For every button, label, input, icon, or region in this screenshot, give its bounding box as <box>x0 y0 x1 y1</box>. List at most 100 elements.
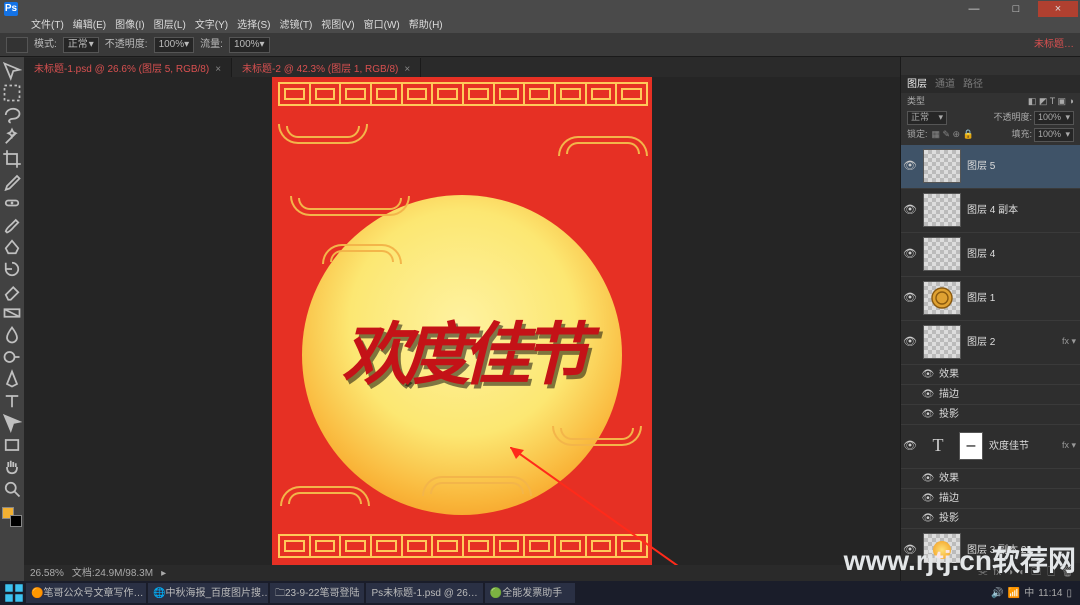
menu-edit[interactable]: 编辑(E) <box>70 19 109 32</box>
taskbar-item[interactable]: 🟢 全能发票助手 <box>485 583 575 603</box>
menu-filter[interactable]: 滤镜(T) <box>277 19 316 32</box>
visibility-icon[interactable]: 👁 <box>903 543 917 557</box>
greek-border-bottom <box>278 534 646 558</box>
tool-move[interactable] <box>2 61 22 81</box>
menu-image[interactable]: 图像(I) <box>112 19 147 32</box>
close-tab-icon[interactable]: × <box>215 63 221 76</box>
greek-border-top <box>278 82 646 106</box>
lock-icons[interactable]: ▦ ✎ ⊕ 🔒 <box>932 129 974 141</box>
layer-blend-mode[interactable]: 正常▾ <box>907 111 947 125</box>
menu-window[interactable]: 窗口(W) <box>361 19 403 32</box>
layer-row[interactable]: 👁 图层 1 <box>901 277 1080 321</box>
taskbar-item[interactable]: 🗀 23-9-22笔哥登陆 <box>270 583 364 603</box>
layer-opacity[interactable]: 100%▾ <box>1034 111 1074 125</box>
window-close[interactable]: × <box>1038 1 1078 17</box>
tool-gradient[interactable] <box>2 303 22 323</box>
tool-rectangle[interactable] <box>2 435 22 455</box>
color-swatches[interactable] <box>2 507 22 527</box>
document-tab-2[interactable]: 未标题-2 @ 42.3% (图层 1, RGB/8) × <box>232 58 421 77</box>
layer-effect[interactable]: 👁描边 <box>901 489 1080 509</box>
group-icon[interactable]: 🗀 <box>1031 566 1041 579</box>
tool-eraser[interactable] <box>2 281 22 301</box>
adjustment-icon[interactable]: ◐ <box>1019 566 1025 579</box>
tool-path[interactable] <box>2 413 22 433</box>
menu-type[interactable]: 文字(Y) <box>192 19 231 32</box>
taskbar-item[interactable]: 🌐 中秋海报_百度图片搜… <box>148 583 268 603</box>
fx-icon[interactable]: fx <box>993 566 1001 579</box>
brush-preset-swatch[interactable] <box>6 37 28 53</box>
right-doc-text: 未标题… <box>1034 38 1074 51</box>
close-tab-icon[interactable]: × <box>404 63 410 76</box>
tray-language-icon[interactable]: 中 <box>1024 587 1034 600</box>
visibility-icon[interactable]: 👁 <box>903 291 917 305</box>
menu-help[interactable]: 帮助(H) <box>406 19 446 32</box>
panel-tab-channels[interactable]: 通道 <box>935 78 955 91</box>
window-maximize[interactable]: □ <box>996 1 1036 17</box>
tool-dodge[interactable] <box>2 347 22 367</box>
layer-effect[interactable]: 👁效果 <box>901 469 1080 489</box>
canvas[interactable]: 欢度佳节 <box>272 77 652 565</box>
layers-list[interactable]: 👁 图层 5 👁 图层 4 副本 👁 图层 4 👁 图层 <box>901 145 1080 563</box>
delete-layer-icon[interactable]: 🗑 <box>1061 566 1074 579</box>
menu-layer[interactable]: 图层(L) <box>151 19 189 32</box>
menu-select[interactable]: 选择(S) <box>234 19 273 32</box>
layer-effect[interactable]: 👁描边 <box>901 385 1080 405</box>
blend-mode-select[interactable]: 正常▾ <box>63 37 99 53</box>
flow-select[interactable]: 100%▾ <box>229 37 270 53</box>
tray-volume-icon[interactable]: 🔊 <box>991 587 1003 600</box>
layer-effect[interactable]: 👁投影 <box>901 509 1080 529</box>
type-layer-icon: T <box>923 431 953 461</box>
layer-row[interactable]: 👁 图层 4 副本 <box>901 189 1080 233</box>
tool-history-brush[interactable] <box>2 259 22 279</box>
layer-effect[interactable]: 👁投影 <box>901 405 1080 425</box>
visibility-icon[interactable]: 👁 <box>903 439 917 453</box>
layer-row[interactable]: 👁 T – 欢度佳节 fx ▾ <box>901 425 1080 469</box>
layer-row[interactable]: 👁 图层 4 <box>901 233 1080 277</box>
tool-brush[interactable] <box>2 215 22 235</box>
background-color[interactable] <box>10 515 22 527</box>
taskbar-item[interactable]: Ps 未标题-1.psd @ 26… <box>366 583 482 603</box>
flow-label: 流量: <box>200 38 223 51</box>
document-tab-1[interactable]: 未标题-1.psd @ 26.6% (图层 5, RGB/8) × <box>24 58 232 77</box>
app-logo: Ps <box>4 2 18 16</box>
layer-row[interactable]: 👁 图层 3 副本 2 <box>901 529 1080 563</box>
menu-view[interactable]: 视图(V) <box>318 19 357 32</box>
taskbar: 🟠 笔哥公众号文章写作… 🌐 中秋海报_百度图片搜… 🗀 23-9-22笔哥登陆… <box>0 581 1080 605</box>
tool-type[interactable] <box>2 391 22 411</box>
tool-marquee[interactable] <box>2 83 22 103</box>
layer-row[interactable]: 👁 图层 2 fx ▾ <box>901 321 1080 365</box>
taskbar-item[interactable]: 🟠 笔哥公众号文章写作… <box>26 583 146 603</box>
tool-eyedropper[interactable] <box>2 171 22 191</box>
panel-tab-paths[interactable]: 路径 <box>963 78 983 91</box>
visibility-icon[interactable]: 👁 <box>903 335 917 349</box>
tool-hand[interactable] <box>2 457 22 477</box>
new-layer-icon[interactable]: 🗋 <box>1047 566 1055 579</box>
menu-file[interactable]: 文件(T) <box>28 19 67 32</box>
layer-fill[interactable]: 100%▾ <box>1034 128 1074 142</box>
menubar: 文件(T) 编辑(E) 图像(I) 图层(L) 文字(Y) 选择(S) 滤镜(T… <box>0 18 1080 33</box>
window-minimize[interactable]: — <box>954 1 994 17</box>
zoom-level[interactable]: 26.58% <box>30 567 64 580</box>
tool-clone[interactable] <box>2 237 22 257</box>
visibility-icon[interactable]: 👁 <box>903 247 917 261</box>
clock[interactable]: 11:14 <box>1038 587 1062 600</box>
tool-pen[interactable] <box>2 369 22 389</box>
tool-zoom[interactable] <box>2 479 22 499</box>
tray-network-icon[interactable]: 📶 <box>1008 587 1020 600</box>
link-layers-icon[interactable]: ⫘ <box>978 566 987 579</box>
visibility-icon[interactable]: 👁 <box>903 159 917 173</box>
visibility-icon[interactable]: 👁 <box>903 203 917 217</box>
tool-crop[interactable] <box>2 149 22 169</box>
opacity-select[interactable]: 100%▾ <box>154 37 195 53</box>
toolbar <box>0 57 24 581</box>
tool-blur[interactable] <box>2 325 22 345</box>
panel-tab-layers[interactable]: 图层 <box>907 78 927 91</box>
show-desktop[interactable]: ▯ <box>1066 587 1072 600</box>
mask-icon[interactable]: ◑ <box>1007 566 1013 579</box>
layer-effect[interactable]: 👁效果 <box>901 365 1080 385</box>
start-button[interactable] <box>4 583 24 603</box>
tool-healing[interactable] <box>2 193 22 213</box>
tool-magic-wand[interactable] <box>2 127 22 147</box>
tool-lasso[interactable] <box>2 105 22 125</box>
layer-row[interactable]: 👁 图层 5 <box>901 145 1080 189</box>
